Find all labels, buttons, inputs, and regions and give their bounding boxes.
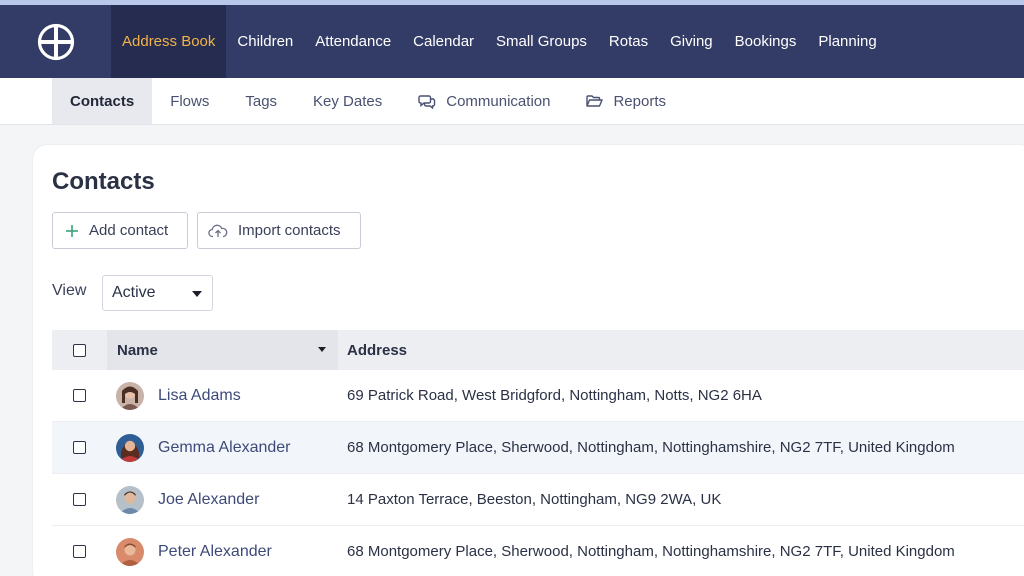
name-cell: Joe Alexander [107, 485, 338, 514]
view-label: View [52, 282, 87, 299]
table-header: Name Address [52, 330, 1024, 370]
contact-name-link[interactable]: Gemma Alexander [158, 439, 291, 457]
avatar [116, 485, 144, 514]
chevron-down-icon [192, 291, 202, 297]
table-row: Joe Alexander 14 Paxton Terrace, Beeston… [52, 474, 1024, 526]
sub-navigation: Contacts Flows Tags Key Dates Communicat… [0, 78, 1024, 125]
table-row: Peter Alexander 68 Montgomery Place, She… [52, 526, 1024, 576]
nav-item-small-groups[interactable]: Small Groups [485, 5, 598, 78]
select-all-checkbox[interactable] [73, 343, 86, 357]
nav-item-planning[interactable]: Planning [807, 5, 887, 78]
row-check-cell [52, 389, 107, 402]
main-navigation: Address Book Children Attendance Calenda… [0, 5, 1024, 78]
row-check-cell [52, 493, 107, 506]
add-contact-button[interactable]: Add contact [52, 212, 188, 249]
tab-communication-label: Communication [446, 92, 551, 110]
address-cell: 68 Montgomery Place, Sherwood, Nottingha… [347, 543, 955, 560]
name-cell: Peter Alexander [107, 537, 338, 566]
tab-communication[interactable]: Communication [400, 78, 568, 124]
chat-bubbles-icon [418, 94, 436, 109]
nav-item-children[interactable]: Children [226, 5, 304, 78]
tab-key-dates[interactable]: Key Dates [295, 78, 400, 124]
avatar [116, 381, 144, 410]
avatar [116, 433, 144, 462]
contact-name-link[interactable]: Joe Alexander [158, 491, 259, 509]
nav-item-giving[interactable]: Giving [659, 5, 724, 78]
avatar [116, 537, 144, 566]
tab-flows[interactable]: Flows [152, 78, 227, 124]
row-checkbox[interactable] [73, 545, 86, 558]
address-cell: 68 Montgomery Place, Sherwood, Nottingha… [347, 439, 955, 456]
cloud-upload-icon [208, 223, 228, 238]
tab-reports[interactable]: Reports [568, 78, 684, 124]
add-contact-label: Add contact [89, 222, 169, 239]
contact-name-link[interactable]: Peter Alexander [158, 543, 272, 561]
address-cell: 69 Patrick Road, West Bridgford, Notting… [347, 387, 762, 404]
import-contacts-label: Import contacts [238, 222, 341, 239]
table-row: Gemma Alexander 68 Montgomery Place, She… [52, 422, 1024, 474]
app-logo[interactable] [0, 5, 111, 78]
select-all-cell [52, 330, 107, 370]
nav-item-attendance[interactable]: Attendance [304, 5, 402, 78]
folder-open-icon [586, 94, 604, 108]
contact-name-link[interactable]: Lisa Adams [158, 387, 241, 405]
page-title: Contacts [52, 168, 155, 195]
row-check-cell [52, 545, 107, 558]
column-header-address: Address [347, 341, 408, 359]
sort-down-icon [318, 347, 326, 352]
view-select[interactable]: Active [102, 275, 213, 311]
name-cell: Lisa Adams [107, 381, 338, 410]
tab-contacts[interactable]: Contacts [52, 78, 153, 124]
name-cell: Gemma Alexander [107, 433, 338, 462]
tab-reports-label: Reports [613, 92, 666, 110]
globe-cross-icon [37, 23, 74, 60]
nav-item-rotas[interactable]: Rotas [598, 5, 659, 78]
plus-icon [65, 224, 79, 238]
nav-item-calendar[interactable]: Calendar [402, 5, 485, 78]
nav-item-bookings[interactable]: Bookings [724, 5, 808, 78]
row-checkbox[interactable] [73, 389, 86, 402]
table-row: Lisa Adams 69 Patrick Road, West Bridgfo… [52, 370, 1024, 422]
row-checkbox[interactable] [73, 441, 86, 454]
column-name-label: Name [117, 341, 158, 359]
nav-item-address-book[interactable]: Address Book [111, 5, 227, 78]
column-header-name[interactable]: Name [107, 330, 338, 370]
row-checkbox[interactable] [73, 493, 86, 506]
row-check-cell [52, 441, 107, 454]
address-cell: 14 Paxton Terrace, Beeston, Nottingham, … [347, 491, 722, 508]
view-select-value: Active [112, 284, 156, 301]
contacts-table: Name Address Lisa Adams 69 Patrick Road,… [52, 330, 1024, 576]
tab-tags[interactable]: Tags [227, 78, 295, 124]
import-contacts-button[interactable]: Import contacts [197, 212, 361, 249]
